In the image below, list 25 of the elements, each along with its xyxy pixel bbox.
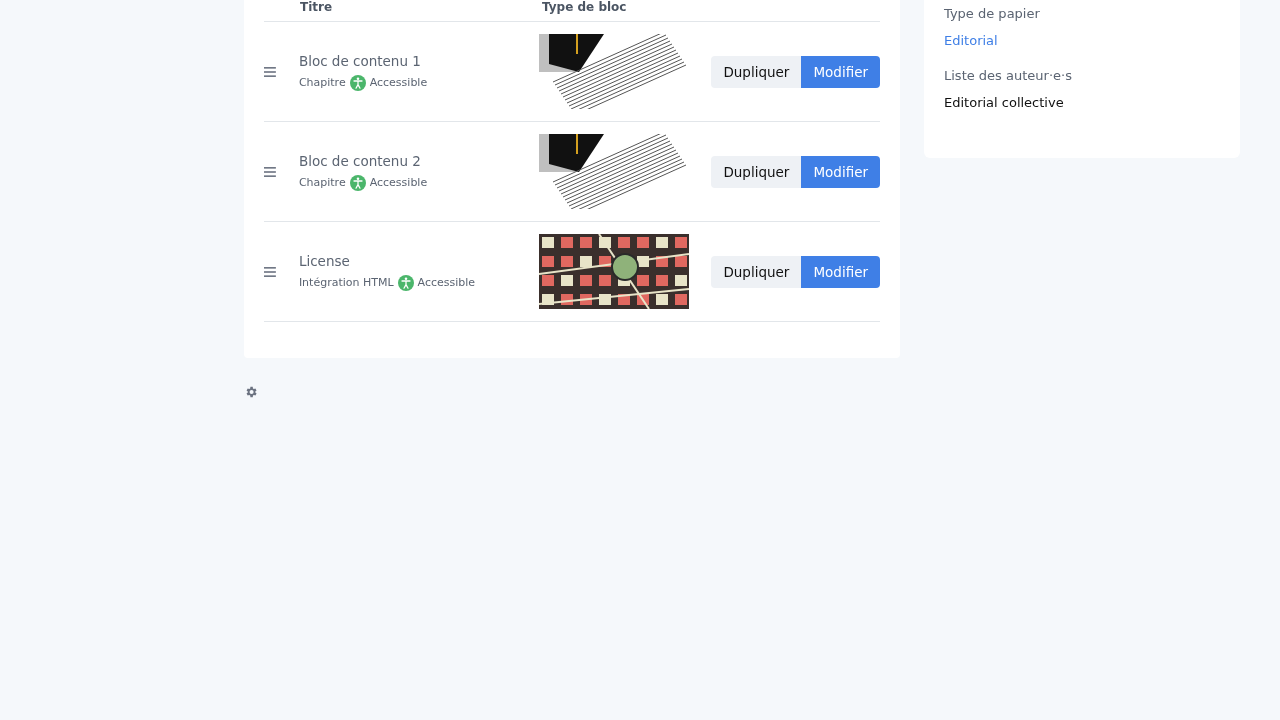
edit-button[interactable]: Modifier (801, 155, 880, 188)
edit-button[interactable]: Modifier (801, 255, 880, 288)
block-type: Chapitre (298, 76, 346, 89)
drag-handle-icon[interactable] (264, 266, 276, 277)
field-value: Editorial collective (944, 95, 1064, 110)
column-header: Titre (300, 0, 334, 14)
edit-button[interactable]: Modifier (801, 55, 880, 88)
block-title: Bloc de contenu 1 (298, 52, 422, 69)
column-header: Type de bloc (542, 0, 627, 14)
accessible-label: Accessible (369, 76, 428, 89)
duplicate-button[interactable]: Dupliquer (711, 155, 802, 188)
accessible-label: Accessible (369, 176, 428, 189)
field-label: Liste des auteur·e·s (944, 68, 1072, 83)
block-type: Chapitre (298, 176, 346, 189)
field-link[interactable]: Editorial (944, 33, 998, 48)
duplicate-button[interactable]: Dupliquer (711, 55, 802, 88)
accessible-label: Accessible (417, 276, 476, 289)
block-type: Intégration HTML (298, 276, 394, 289)
drag-handle-icon[interactable] (264, 66, 276, 77)
block-title: License (298, 252, 351, 269)
drag-handle-icon[interactable] (264, 166, 276, 177)
settings-icon[interactable] (244, 385, 258, 399)
duplicate-button[interactable]: Dupliquer (711, 255, 802, 288)
field-label: Type de papier (944, 6, 1040, 21)
block-title: Bloc de contenu 2 (298, 152, 422, 169)
